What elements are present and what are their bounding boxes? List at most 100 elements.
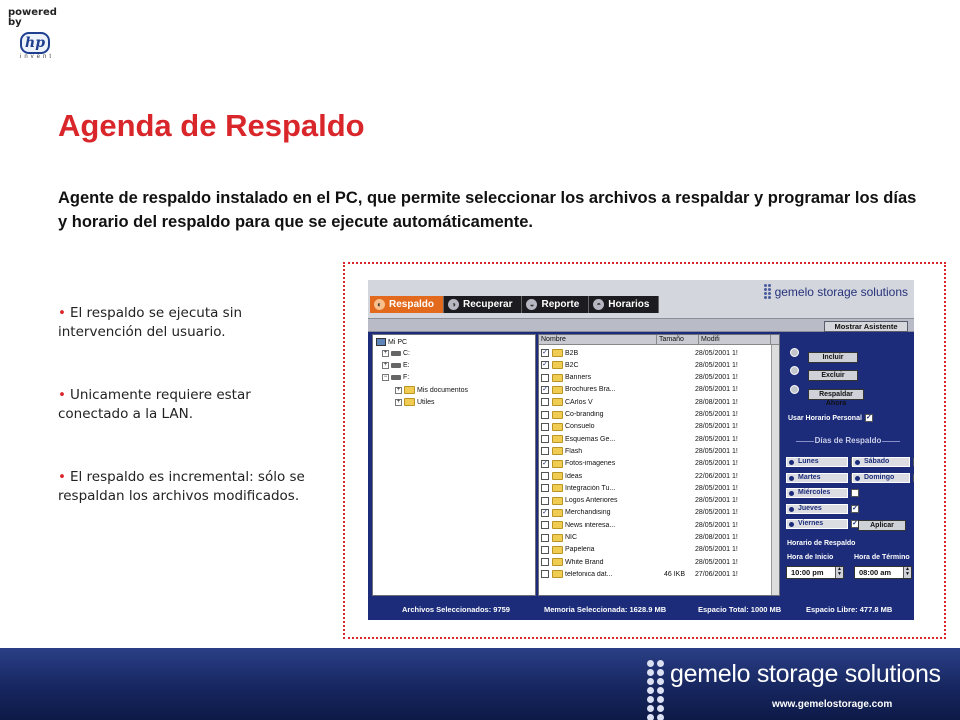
file-date: 28/05/2001 1! bbox=[695, 447, 738, 455]
day-checkbox[interactable]: ✓ bbox=[851, 504, 859, 513]
file-checkbox[interactable] bbox=[541, 472, 549, 480]
file-row[interactable]: White Brand 28/05/2001 1! bbox=[541, 556, 771, 568]
tree-label: F: bbox=[403, 374, 410, 381]
tab-recuperar[interactable]: ◑ Recuperar bbox=[444, 296, 523, 313]
file-row[interactable]: Co-branding 28/05/2001 1! bbox=[541, 409, 771, 421]
start-time-input[interactable]: 10:00 pm ▲ ▼ bbox=[786, 566, 844, 579]
day-option[interactable]: Miércoles bbox=[786, 488, 859, 498]
file-checkbox[interactable] bbox=[541, 422, 549, 431]
expand-icon[interactable]: + bbox=[382, 350, 389, 357]
file-checkbox[interactable]: ✓ bbox=[541, 508, 549, 517]
slide-title: Agenda de Respaldo bbox=[58, 108, 365, 143]
day-option[interactable]: Martes✓ bbox=[786, 472, 859, 483]
file-list-scrollbar[interactable] bbox=[771, 345, 779, 595]
tree-item-folder[interactable]: + Mis documentos bbox=[395, 386, 468, 394]
exclude-button[interactable]: Excluir bbox=[808, 370, 858, 381]
file-row[interactable]: NIC 28/08/2001 1! bbox=[541, 532, 771, 544]
file-row[interactable]: Flash 28/05/2001 1! bbox=[541, 445, 771, 457]
day-option[interactable]: Jueves ✓ bbox=[786, 503, 859, 514]
day-option[interactable]: Domingo✓ bbox=[852, 472, 914, 483]
file-row[interactable]: ✓ Brochures Bra... 28/05/2001 1! bbox=[541, 384, 771, 396]
file-checkbox[interactable] bbox=[541, 398, 549, 407]
file-date: 28/05/2001 1! bbox=[695, 521, 738, 529]
backup-app-window: ◐ Respaldo ◑ Recuperar ◒ Reporte ◓ Horarios … bbox=[368, 280, 914, 620]
file-row[interactable]: Esquemas Ge... 28/05/2001 1! bbox=[541, 433, 771, 445]
file-checkbox[interactable] bbox=[541, 533, 549, 542]
backup-now-button[interactable]: Respaldar Ahora bbox=[808, 389, 864, 407]
tree-item-mi-pc[interactable]: Mi PC bbox=[376, 338, 407, 346]
restore-icon: ◑ bbox=[448, 299, 460, 310]
file-checkbox[interactable] bbox=[541, 521, 549, 530]
tree-item-drive[interactable]: + E: bbox=[382, 362, 410, 369]
day-label: Viernes bbox=[786, 519, 848, 529]
collapse-icon[interactable]: − bbox=[382, 374, 389, 381]
file-row[interactable]: Consuelo 28/05/2001 1! bbox=[541, 421, 771, 433]
file-name: Flash bbox=[565, 447, 583, 455]
file-checkbox[interactable] bbox=[541, 545, 549, 554]
file-row[interactable]: Ideas 22/06/2001 1! bbox=[541, 470, 771, 482]
day-label: Sábado bbox=[852, 457, 910, 467]
start-time-label: Hora de Inicio bbox=[787, 554, 834, 561]
file-checkbox[interactable] bbox=[541, 570, 549, 579]
hp-tagline: invent bbox=[20, 54, 55, 60]
tree-item-folder[interactable]: + Utiles bbox=[395, 398, 435, 406]
status-free: Espacio Libre: 477.8 MB bbox=[806, 605, 893, 614]
file-checkbox[interactable] bbox=[541, 435, 549, 444]
end-time-input[interactable]: 08:00 am ▲ ▼ bbox=[854, 566, 912, 579]
file-checkbox[interactable] bbox=[541, 447, 549, 456]
tab-reporte[interactable]: ◒ Reporte bbox=[522, 296, 590, 313]
file-checkbox[interactable] bbox=[541, 410, 549, 419]
file-row[interactable]: News interesa... 28/05/2001 1! bbox=[541, 519, 771, 531]
brand-dots-icon bbox=[763, 284, 771, 299]
expand-icon[interactable]: + bbox=[395, 386, 402, 394]
file-row[interactable]: ✓ B2C 28/05/2001 1! bbox=[541, 359, 771, 371]
column-name[interactable]: Nombre bbox=[539, 335, 657, 344]
file-row[interactable]: telefonica dat... 46 IKB 27/06/2001 1! bbox=[541, 568, 771, 580]
file-checkbox[interactable]: ✓ bbox=[541, 385, 549, 394]
include-button[interactable]: Incluir bbox=[808, 352, 858, 363]
day-checkbox[interactable]: ✓ bbox=[913, 458, 914, 466]
tab-bar: ◐ Respaldo ◑ Recuperar ◒ Reporte ◓ Horarios bbox=[370, 296, 660, 313]
custom-schedule-checkbox[interactable]: ✓ bbox=[864, 414, 873, 422]
bullet-text: Unicamente requiere estar conectado a la… bbox=[58, 387, 251, 422]
file-row[interactable]: ✓ Merchandising 28/05/2001 1! bbox=[541, 507, 771, 519]
apply-button[interactable]: Aplicar bbox=[858, 520, 906, 531]
column-size[interactable]: Tamaño bbox=[657, 335, 699, 344]
day-checkbox[interactable] bbox=[851, 489, 859, 497]
file-row[interactable]: ✓ B2B 28/05/2001 1! bbox=[541, 347, 771, 359]
file-name: White Brand bbox=[565, 558, 604, 566]
file-row[interactable]: Banners 28/05/2001 1! bbox=[541, 372, 771, 384]
file-row[interactable]: Logos Anteriores 28/05/2001 1! bbox=[541, 495, 771, 507]
bullet-text: El respaldo es incremental: sólo se resp… bbox=[58, 469, 305, 504]
tree-item-drive[interactable]: − F: bbox=[382, 374, 409, 381]
day-option[interactable]: Lunes✓ bbox=[786, 457, 859, 467]
file-row[interactable]: Papeleria 28/05/2001 1! bbox=[541, 544, 771, 556]
file-name: Brochures Bra... bbox=[565, 386, 616, 394]
expand-icon[interactable]: + bbox=[382, 362, 389, 369]
end-time-spinner[interactable]: ▲ ▼ bbox=[903, 567, 911, 578]
day-option[interactable]: Viernes ✓ bbox=[786, 519, 859, 529]
file-row[interactable]: Integración Tu... 28/05/2001 1! bbox=[541, 482, 771, 494]
file-checkbox[interactable] bbox=[541, 484, 549, 493]
start-time-spinner[interactable]: ▲ ▼ bbox=[835, 567, 843, 578]
tab-respaldo[interactable]: ◐ Respaldo bbox=[370, 296, 445, 313]
show-assistant-button[interactable]: Mostrar Asistente bbox=[824, 321, 908, 332]
file-checkbox[interactable]: ✓ bbox=[541, 349, 549, 357]
tree-item-drive[interactable]: + C: bbox=[382, 350, 410, 357]
file-name: News interesa... bbox=[565, 521, 616, 529]
file-checkbox[interactable] bbox=[541, 496, 549, 505]
file-row[interactable]: CArlos V 28/08/2001 1! bbox=[541, 396, 771, 408]
custom-schedule-option[interactable]: Usar Horario Personal ✓ bbox=[788, 414, 873, 422]
file-checkbox[interactable] bbox=[541, 558, 549, 567]
day-option[interactable]: Sábado✓ bbox=[852, 457, 914, 467]
file-checkbox[interactable]: ✓ bbox=[541, 459, 549, 468]
file-checkbox[interactable]: ✓ bbox=[541, 361, 549, 370]
file-date: 22/06/2001 1! bbox=[695, 472, 738, 480]
expand-icon[interactable]: + bbox=[395, 398, 402, 406]
file-name: CArlos V bbox=[565, 398, 593, 406]
tab-horarios[interactable]: ◓ Horarios bbox=[589, 296, 660, 313]
day-checkbox[interactable]: ✓ bbox=[913, 473, 914, 482]
file-row[interactable]: ✓ Fotos-imagenes 28/05/2001 1! bbox=[541, 458, 771, 470]
file-checkbox[interactable] bbox=[541, 373, 549, 382]
column-modified[interactable]: Modifi bbox=[699, 335, 771, 344]
